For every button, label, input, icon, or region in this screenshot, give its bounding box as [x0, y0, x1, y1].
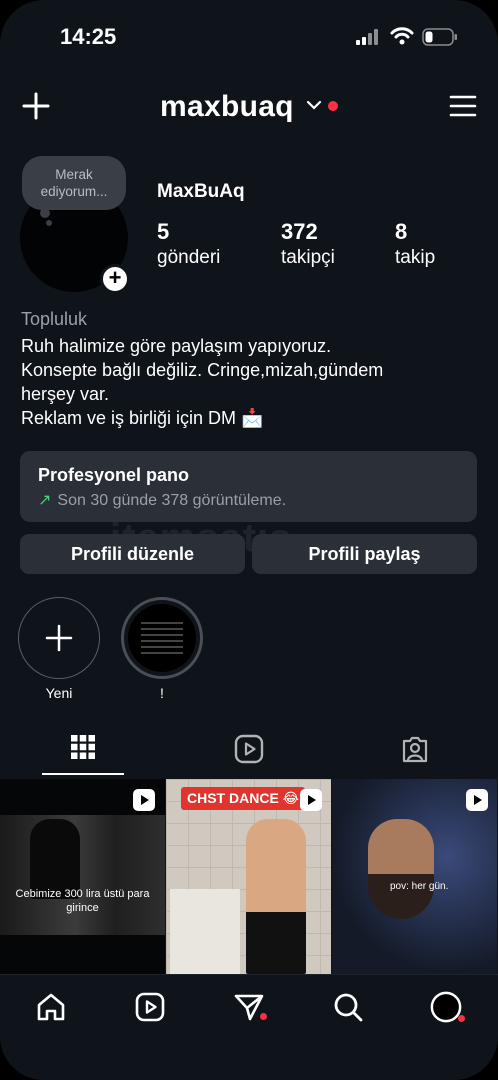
share-profile-button[interactable]: Profili paylaş — [252, 534, 477, 574]
grid-post-1[interactable]: Cebimize 300 lira üstü para girince — [0, 779, 165, 974]
dashboard-subtitle: ↗ Son 30 günde 378 görüntüleme. — [38, 490, 286, 510]
highlight-new[interactable]: Yeni — [18, 597, 100, 701]
profile-notification-dot — [458, 1015, 465, 1022]
highlight-cover — [121, 597, 203, 679]
profile-category: Topluluk — [21, 309, 88, 329]
reel-badge-icon — [300, 789, 322, 811]
note-bubble[interactable]: Merak ediyorum... — [22, 156, 126, 210]
stat-following-label: takip — [395, 247, 436, 268]
add-story-plus-icon[interactable]: + — [100, 264, 130, 294]
highlight-cover-image — [128, 604, 196, 672]
dashboard-title: Profesyonel pano — [38, 465, 190, 485]
home-icon[interactable] — [35, 991, 67, 1023]
active-tab-indicator — [42, 773, 124, 775]
display-name: MaxBuAq — [157, 181, 245, 202]
messages-notification-dot — [260, 1013, 267, 1020]
create-plus-icon[interactable] — [22, 92, 50, 120]
dashboard-subtitle-text: Son 30 günde 378 görüntüleme. — [57, 492, 287, 509]
notification-dot — [328, 101, 338, 111]
bio-line: herşey var. — [21, 384, 110, 404]
post-thumbnail — [0, 815, 165, 935]
reels-nav-icon[interactable] — [134, 991, 166, 1023]
phone-screen: 14:25 maxbuaq Merak ediyorum... + MaxBuA… — [0, 0, 498, 1080]
stat-following-count: 8 — [395, 219, 408, 244]
wifi-icon — [390, 27, 414, 45]
posts-grid: Cebimize 300 lira üstü para girince CHST… — [0, 779, 498, 974]
edit-profile-button[interactable]: Profili düzenle — [20, 534, 245, 574]
username-title[interactable]: maxbuaq — [160, 90, 294, 124]
menu-icon[interactable] — [449, 94, 477, 118]
tab-posts-grid[interactable] — [0, 730, 166, 778]
stat-followers-label: takipçi — [281, 247, 335, 268]
stat-followers-count: 372 — [281, 219, 318, 244]
post-figure — [246, 819, 306, 974]
bottom-navigation — [0, 974, 498, 1080]
grid-post-3[interactable]: pov: her gün. — [332, 779, 497, 974]
bio-line: Reklam ve iş birliği için DM 📩 — [21, 408, 264, 428]
trend-up-arrow-icon: ↗ — [38, 492, 52, 509]
grid-icon — [71, 735, 95, 759]
status-time: 14:25 — [60, 24, 117, 49]
content-tabs — [0, 730, 498, 778]
status-bar: 14:25 — [0, 0, 498, 70]
post-caption: pov: her gün. — [390, 881, 449, 892]
professional-dashboard-card[interactable]: Profesyonel pano ↗ Son 30 günde 378 görün… — [20, 451, 477, 522]
stat-posts-label: gönderi — [157, 247, 221, 268]
plus-icon — [45, 624, 73, 652]
note-bubble-tail-small — [46, 220, 52, 226]
post-caption: CHST DANCE 😂 — [181, 787, 306, 810]
chevron-down-icon[interactable] — [306, 100, 322, 110]
battery-icon — [422, 28, 457, 46]
search-icon[interactable] — [332, 991, 364, 1023]
highlight-new-label: Yeni — [45, 685, 73, 701]
post-scene-cabinet — [170, 889, 240, 974]
tab-reels[interactable] — [166, 730, 332, 778]
highlight-new-circle — [18, 597, 100, 679]
stat-posts-count: 5 — [157, 219, 170, 244]
bio-line: Konsepte bağlı değiliz. Cringe,mizah,gün… — [21, 360, 384, 380]
highlight-label: ! — [160, 685, 164, 701]
grid-post-2[interactable]: CHST DANCE 😂 — [166, 779, 331, 974]
reels-icon — [234, 734, 264, 764]
profile-header: maxbuaq — [0, 84, 498, 132]
bio-line: Ruh halimize göre paylaşım yapıyoruz. — [21, 336, 332, 356]
reel-badge-icon — [466, 789, 488, 811]
signal-icon — [356, 29, 378, 45]
stat-posts[interactable]: 5 gönderi — [157, 219, 220, 271]
profile-bio: Ruh halimize göre paylaşım yapıyoruz. Ko… — [21, 334, 491, 430]
post-caption: Cebimize 300 lira üstü para girince — [15, 888, 150, 914]
reel-badge-icon — [133, 789, 155, 811]
stat-following[interactable]: 8 takip — [395, 219, 435, 271]
highlight-item[interactable]: ! — [121, 597, 203, 701]
tagged-person-icon — [402, 736, 428, 763]
stat-followers[interactable]: 372 takipçi — [281, 219, 335, 271]
tab-tagged[interactable] — [332, 730, 498, 778]
